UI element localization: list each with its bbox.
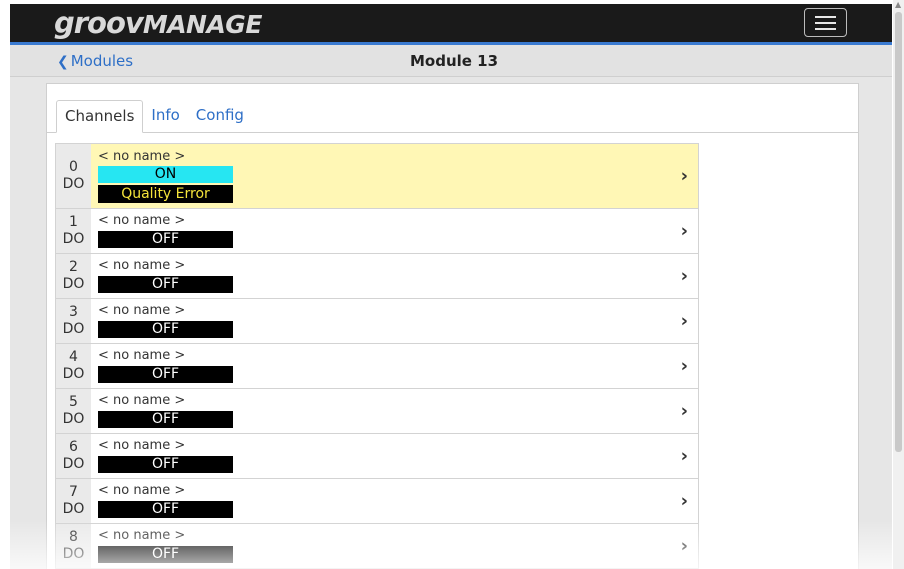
channel-id: 0 DO	[56, 144, 91, 208]
page-title: Module 13	[410, 52, 499, 70]
channel-index: 1	[69, 214, 78, 230]
channel-index: 0	[69, 159, 78, 175]
top-bar: groovMANAGE	[10, 4, 892, 42]
chevron-right-icon[interactable]: ›	[681, 356, 688, 377]
channel-id: 6 DO	[56, 434, 91, 478]
channel-id: 1 DO	[56, 209, 91, 253]
tab-channels[interactable]: Channels	[56, 100, 144, 133]
chevron-right-icon[interactable]: ›	[681, 266, 688, 287]
channel-name: < no name >	[98, 483, 186, 498]
back-to-modules-link[interactable]: ❮ Modules	[57, 52, 133, 70]
channel-state: OFF	[98, 501, 233, 518]
channel-index: 8	[69, 529, 78, 545]
channel-type: DO	[62, 411, 85, 427]
tab-bar: Channels Info Config	[56, 100, 252, 134]
channel-name: < no name >	[98, 348, 186, 363]
channel-name: < no name >	[98, 393, 186, 408]
chevron-right-icon[interactable]: ›	[681, 166, 688, 187]
channel-name: < no name >	[98, 528, 186, 543]
app-logo: groovMANAGE	[54, 6, 262, 40]
tab-config[interactable]: Config	[188, 100, 252, 133]
scrollbar-thumb[interactable]	[895, 12, 902, 452]
channel-row[interactable]: 5 DO < no name > OFF ›	[56, 389, 698, 434]
hamburger-menu-button[interactable]	[804, 8, 847, 37]
channel-row[interactable]: 8 DO < no name > OFF ›	[56, 524, 698, 569]
channel-name: < no name >	[98, 213, 186, 228]
channel-id: 5 DO	[56, 389, 91, 433]
scroll-up-arrow-icon[interactable]: ▲	[895, 0, 901, 9]
hamburger-icon-line	[815, 15, 836, 18]
channel-index: 7	[69, 484, 78, 500]
channel-row[interactable]: 6 DO < no name > OFF ›	[56, 434, 698, 479]
channel-name: < no name >	[98, 258, 186, 273]
channel-row[interactable]: 2 DO < no name > OFF ›	[56, 254, 698, 299]
channel-row[interactable]: 7 DO < no name > OFF ›	[56, 479, 698, 524]
channel-name: < no name >	[98, 438, 186, 453]
channel-id: 8 DO	[56, 524, 91, 568]
channel-row[interactable]: 4 DO < no name > OFF ›	[56, 344, 698, 389]
channel-type: DO	[62, 501, 85, 517]
channel-state: OFF	[98, 276, 233, 293]
channel-name: < no name >	[98, 149, 186, 164]
chevron-right-icon[interactable]: ›	[681, 491, 688, 512]
chevron-right-icon[interactable]: ›	[681, 446, 688, 467]
hamburger-icon-line	[815, 21, 836, 24]
right-gutter	[859, 83, 892, 569]
channel-state: OFF	[98, 546, 233, 563]
channel-row[interactable]: 1 DO < no name > OFF ›	[56, 209, 698, 254]
chevron-right-icon[interactable]: ›	[681, 536, 688, 557]
channel-id: 7 DO	[56, 479, 91, 523]
channel-name: < no name >	[98, 303, 186, 318]
channel-index: 2	[69, 259, 78, 275]
nav-bar: ❮ Modules Module 13	[10, 45, 892, 77]
chevron-right-icon[interactable]: ›	[681, 401, 688, 422]
channel-row[interactable]: 0 DO < no name > ON Quality Error ›	[56, 144, 698, 209]
channel-list: 0 DO < no name > ON Quality Error › 1 DO…	[55, 143, 699, 569]
channel-type: DO	[62, 321, 85, 337]
hamburger-icon-line	[815, 27, 836, 30]
channel-state: OFF	[98, 231, 233, 248]
channel-index: 4	[69, 349, 78, 365]
chevron-left-icon: ❮	[57, 54, 69, 70]
channel-state: OFF	[98, 366, 233, 383]
channel-type: DO	[62, 546, 85, 562]
tab-divider	[47, 132, 858, 133]
channel-id: 4 DO	[56, 344, 91, 388]
channel-type: DO	[62, 176, 85, 192]
channel-type: DO	[62, 366, 85, 382]
channel-type: DO	[62, 456, 85, 472]
channel-index: 3	[69, 304, 78, 320]
quality-error-badge: Quality Error	[98, 185, 233, 203]
channel-state: OFF	[98, 456, 233, 473]
channel-id: 3 DO	[56, 299, 91, 343]
channel-index: 5	[69, 394, 78, 410]
channel-id: 2 DO	[56, 254, 91, 298]
channel-type: DO	[62, 231, 85, 247]
scrollbar[interactable]: ▲	[893, 0, 904, 569]
channel-type: DO	[62, 276, 85, 292]
chevron-right-icon[interactable]: ›	[681, 311, 688, 332]
channel-row[interactable]: 3 DO < no name > OFF ›	[56, 299, 698, 344]
channel-state: OFF	[98, 321, 233, 338]
back-label: Modules	[70, 52, 134, 70]
tab-info[interactable]: Info	[143, 100, 187, 133]
chevron-right-icon[interactable]: ›	[681, 221, 688, 242]
channel-state: OFF	[98, 411, 233, 428]
channel-state: ON	[98, 166, 233, 183]
channel-index: 6	[69, 439, 78, 455]
